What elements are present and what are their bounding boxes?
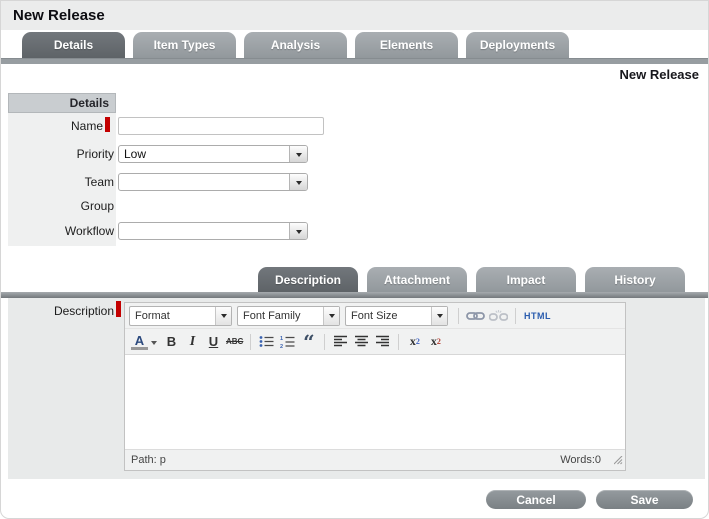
superscript-icon[interactable]: x2 <box>427 332 444 352</box>
chevron-down-icon <box>296 181 302 188</box>
editor-content-area[interactable] <box>125 355 625 449</box>
font-size-select[interactable]: Font Size <box>345 306 448 326</box>
font-family-select[interactable]: Font Family <box>237 306 340 326</box>
chevron-down-icon <box>221 314 227 321</box>
priority-value: Low <box>119 146 289 162</box>
blockquote-icon[interactable]: “ <box>300 332 317 352</box>
resize-handle-icon[interactable] <box>614 456 623 468</box>
priority-dropdown-button[interactable] <box>289 146 307 162</box>
underline-icon[interactable]: U <box>205 332 222 352</box>
page-title: New Release <box>13 7 105 24</box>
subtab-description[interactable]: Description <box>258 267 358 292</box>
editor-toolbar-row2: A B I U ABC 12 “ x2 <box>125 329 625 355</box>
workflow-dropdown-button[interactable] <box>289 223 307 239</box>
workflow-label: Workflow <box>8 224 114 238</box>
name-required-marker <box>105 117 110 132</box>
format-select-value: Format <box>130 307 215 325</box>
toolbar-separator <box>458 308 459 324</box>
subtab-attachment[interactable]: Attachment <box>367 267 467 292</box>
main-tab-bar: Details Item Types Analysis Elements Dep… <box>22 32 569 58</box>
team-dropdown-button[interactable] <box>289 174 307 190</box>
subtab-history[interactable]: History <box>585 267 685 292</box>
font-size-select-value: Font Size <box>346 307 431 325</box>
bold-icon[interactable]: B <box>163 332 180 352</box>
editor-status-bar: Path: p Words:0 <box>125 449 625 470</box>
cancel-button[interactable]: Cancel <box>486 490 586 509</box>
chevron-down-icon <box>296 153 302 160</box>
toolbar-separator <box>398 334 399 350</box>
align-center-icon[interactable] <box>353 332 370 352</box>
chevron-down-icon <box>437 314 443 321</box>
subscript-number: 2 <box>416 337 420 346</box>
toolbar-separator <box>324 334 325 350</box>
tab-analysis[interactable]: Analysis <box>244 32 347 58</box>
subscript-icon[interactable]: x2 <box>406 332 423 352</box>
team-value <box>119 174 289 190</box>
remove-link-icon[interactable] <box>489 306 508 326</box>
insert-link-icon[interactable] <box>466 306 485 326</box>
description-label: Description <box>8 304 114 318</box>
priority-label: Priority <box>8 147 114 161</box>
svg-text:1: 1 <box>280 336 283 342</box>
font-family-dropdown-button[interactable] <box>323 307 339 325</box>
align-right-icon[interactable] <box>374 332 391 352</box>
editor-word-count: Words:0 <box>560 454 601 466</box>
tab-details[interactable]: Details <box>22 32 125 58</box>
superscript-number: 2 <box>437 337 441 346</box>
italic-icon[interactable]: I <box>184 332 201 352</box>
workflow-select[interactable] <box>118 222 308 240</box>
details-section-header: Details <box>8 93 116 113</box>
tab-elements[interactable]: Elements <box>355 32 458 58</box>
editor-toolbar-row1: Format Font Family Font Size HTML <box>125 303 625 329</box>
editor-path: Path: p <box>131 454 166 466</box>
name-label: Name <box>8 119 103 133</box>
bullet-list-icon[interactable] <box>258 332 275 352</box>
tab-item-types[interactable]: Item Types <box>133 32 236 58</box>
save-button[interactable]: Save <box>596 490 693 509</box>
team-label: Team <box>8 175 114 189</box>
subtab-impact[interactable]: Impact <box>476 267 576 292</box>
description-required-marker <box>116 301 121 317</box>
toolbar-separator <box>250 334 251 350</box>
new-release-page: New Release Details Item Types Analysis … <box>0 0 709 519</box>
font-color-caret-icon[interactable] <box>151 341 157 348</box>
align-left-icon[interactable] <box>332 332 349 352</box>
workflow-value <box>119 223 289 239</box>
format-dropdown-button[interactable] <box>215 307 231 325</box>
sub-tab-bar: Description Attachment Impact History <box>258 267 685 292</box>
numbered-list-icon[interactable]: 12 <box>279 332 296 352</box>
priority-select[interactable]: Low <box>118 145 308 163</box>
page-header-strip <box>1 1 708 30</box>
svg-text:2: 2 <box>280 344 283 348</box>
tab-divider-bar <box>1 58 708 64</box>
context-title: New Release <box>620 67 700 82</box>
strikethrough-icon[interactable]: ABC <box>226 332 243 352</box>
rich-text-editor: Format Font Family Font Size HTML A <box>124 302 626 471</box>
html-source-button[interactable]: HTML <box>524 311 551 321</box>
chevron-down-icon <box>329 314 335 321</box>
tab-deployments[interactable]: Deployments <box>466 32 569 58</box>
name-input[interactable] <box>118 117 324 135</box>
group-label: Group <box>8 199 114 213</box>
chevron-down-icon <box>296 230 302 237</box>
font-size-dropdown-button[interactable] <box>431 307 447 325</box>
font-family-select-value: Font Family <box>238 307 323 325</box>
format-select[interactable]: Format <box>129 306 232 326</box>
toolbar-separator <box>515 308 516 324</box>
team-select[interactable] <box>118 173 308 191</box>
font-color-icon[interactable]: A <box>131 334 148 350</box>
